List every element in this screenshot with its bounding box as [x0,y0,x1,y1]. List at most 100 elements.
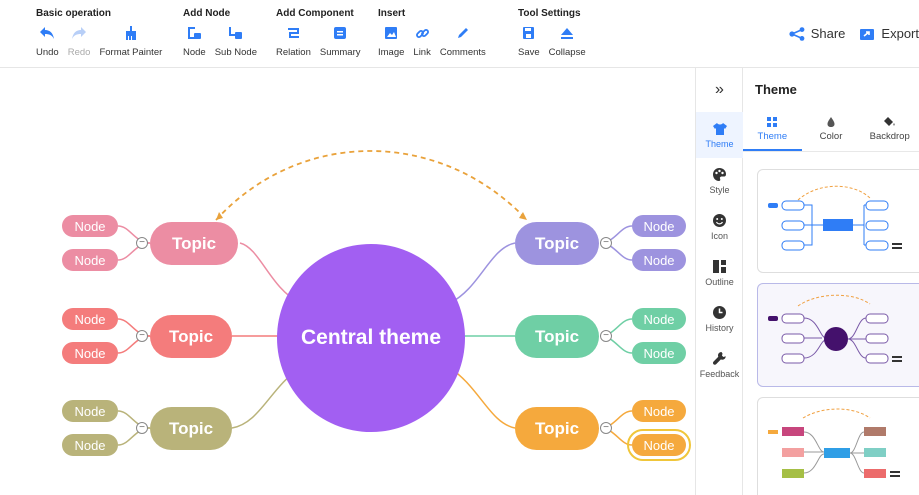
group-title: Tool Settings [518,8,581,19]
shirt-icon [712,122,727,135]
save-button[interactable]: Save [518,25,540,58]
share-export-area: Share Export [775,26,919,41]
subtopic-node[interactable]: Node [632,215,686,237]
relation-icon [285,25,301,41]
central-topic[interactable]: Central theme [277,244,465,432]
collapse-toggle[interactable]: − [136,330,148,342]
grid-icon [767,117,778,127]
topic-node[interactable]: Topic [515,315,599,358]
subtopic-node[interactable]: Node [632,308,686,330]
subtopic-node[interactable]: Node [632,342,686,364]
topic-node[interactable]: Topic [150,407,232,450]
panel-toggle-button[interactable]: » [696,68,743,112]
theme-panel: Theme Theme Color Backdrop [743,68,919,495]
color-drop-icon [827,117,835,127]
link-button[interactable]: Link [413,25,431,58]
export-label: Export [881,26,919,41]
subtopic-node[interactable]: Node [62,308,118,330]
group-insert: Insert Image Link Comments [378,8,495,58]
group-add-component: Add Component Relation Summary [276,8,370,58]
panel-title: Theme [755,82,797,97]
theme-thumbnail[interactable] [757,169,919,273]
subtopic-node[interactable]: Node [62,400,118,422]
undo-label: Undo [36,47,59,58]
redo-button[interactable]: Redo [68,25,90,58]
rail-item-label: Feedback [699,369,740,379]
relation-arrowhead [519,212,527,220]
subtopic-node[interactable]: Node [632,400,686,422]
relation-start-marker [216,212,223,220]
subtopic-node[interactable]: Node [62,342,118,364]
comments-icon [455,25,471,41]
relation-line [215,150,528,221]
collapse-icon [559,25,575,41]
rail-item-style[interactable]: Style [696,158,743,204]
tab-label: Theme [757,131,788,142]
image-label: Image [378,47,405,58]
format-painter-button[interactable]: Format Painter [99,25,162,58]
add-node-button[interactable]: Node [183,25,206,58]
tab-backdrop[interactable]: Backdrop [860,116,919,151]
collapse-toggle[interactable]: − [136,237,148,249]
double-chevron-icon: » [715,81,724,98]
collapse-toggle[interactable]: − [136,422,148,434]
comments-button[interactable]: Comments [440,25,486,58]
image-button[interactable]: Image [378,25,404,58]
smiley-icon [713,214,726,227]
topic-node[interactable]: Topic [150,315,232,358]
wrench-icon [712,352,726,365]
subtopic-node[interactable]: Node [62,434,118,456]
export-button[interactable]: Export [859,26,919,41]
rail-item-label: Outline [705,277,734,287]
undo-button[interactable]: Undo [36,25,59,58]
subtopic-node[interactable]: Node [632,249,686,271]
group-tool-settings: Tool Settings Save Collapse [518,8,595,58]
relation-button[interactable]: Relation [276,25,311,58]
group-basic-operation: Basic operation Undo Redo Format Painter [36,8,171,58]
rail-item-icon[interactable]: Icon [696,204,743,250]
mindmap-canvas[interactable]: Central theme Topic Topic Topic Topic To… [0,68,695,495]
topic-node[interactable]: Topic [515,407,599,450]
add-node-label: Node [183,47,206,58]
panel-tabs: Theme Color Backdrop [743,116,919,152]
undo-icon [39,25,55,41]
collapse-toggle[interactable]: − [600,422,612,434]
export-icon [860,28,875,40]
share-icon [789,26,805,41]
tab-color[interactable]: Color [802,116,861,151]
group-title: Basic operation [36,8,112,19]
rail-item-outline[interactable]: Outline [696,250,743,296]
collapse-button[interactable]: Collapse [549,25,586,58]
sub-node-icon [228,25,244,41]
theme-preview-blue [768,185,902,251]
collapse-toggle[interactable]: − [600,237,612,249]
rail-item-label: Icon [710,231,728,241]
side-icon-rail: » Theme Style Icon Outline History Feedb… [695,68,743,495]
save-label: Save [518,47,540,58]
rail-item-feedback[interactable]: Feedback [696,342,743,388]
group-title: Add Node [183,8,231,19]
summary-icon [332,25,348,41]
rail-item-history[interactable]: History [696,296,743,342]
topic-node[interactable]: Topic [515,222,599,265]
image-icon [383,25,399,41]
branch-line [449,367,516,429]
subtopic-node[interactable]: Node [62,215,118,237]
collapse-toggle[interactable]: − [600,330,612,342]
theme-preview-purple [768,294,902,364]
topic-node[interactable]: Topic [150,222,238,265]
theme-thumbnail[interactable] [757,283,919,387]
theme-thumbnail[interactable] [757,397,919,495]
subtopic-node[interactable]: Node [62,249,118,271]
share-button[interactable]: Share [789,26,845,41]
rail-item-theme[interactable]: Theme [696,112,743,158]
sub-node-button[interactable]: Sub Node [215,25,257,58]
relation-label: Relation [276,47,311,58]
link-icon [414,25,430,41]
toolbar: Basic operation Undo Redo Format Painter… [0,0,919,68]
summary-button[interactable]: Summary [320,25,361,58]
rail-item-label: Style [709,185,730,195]
tab-theme[interactable]: Theme [743,116,802,151]
selected-subtopic-node[interactable]: Node [627,429,691,461]
rail-item-label: History [705,323,734,333]
